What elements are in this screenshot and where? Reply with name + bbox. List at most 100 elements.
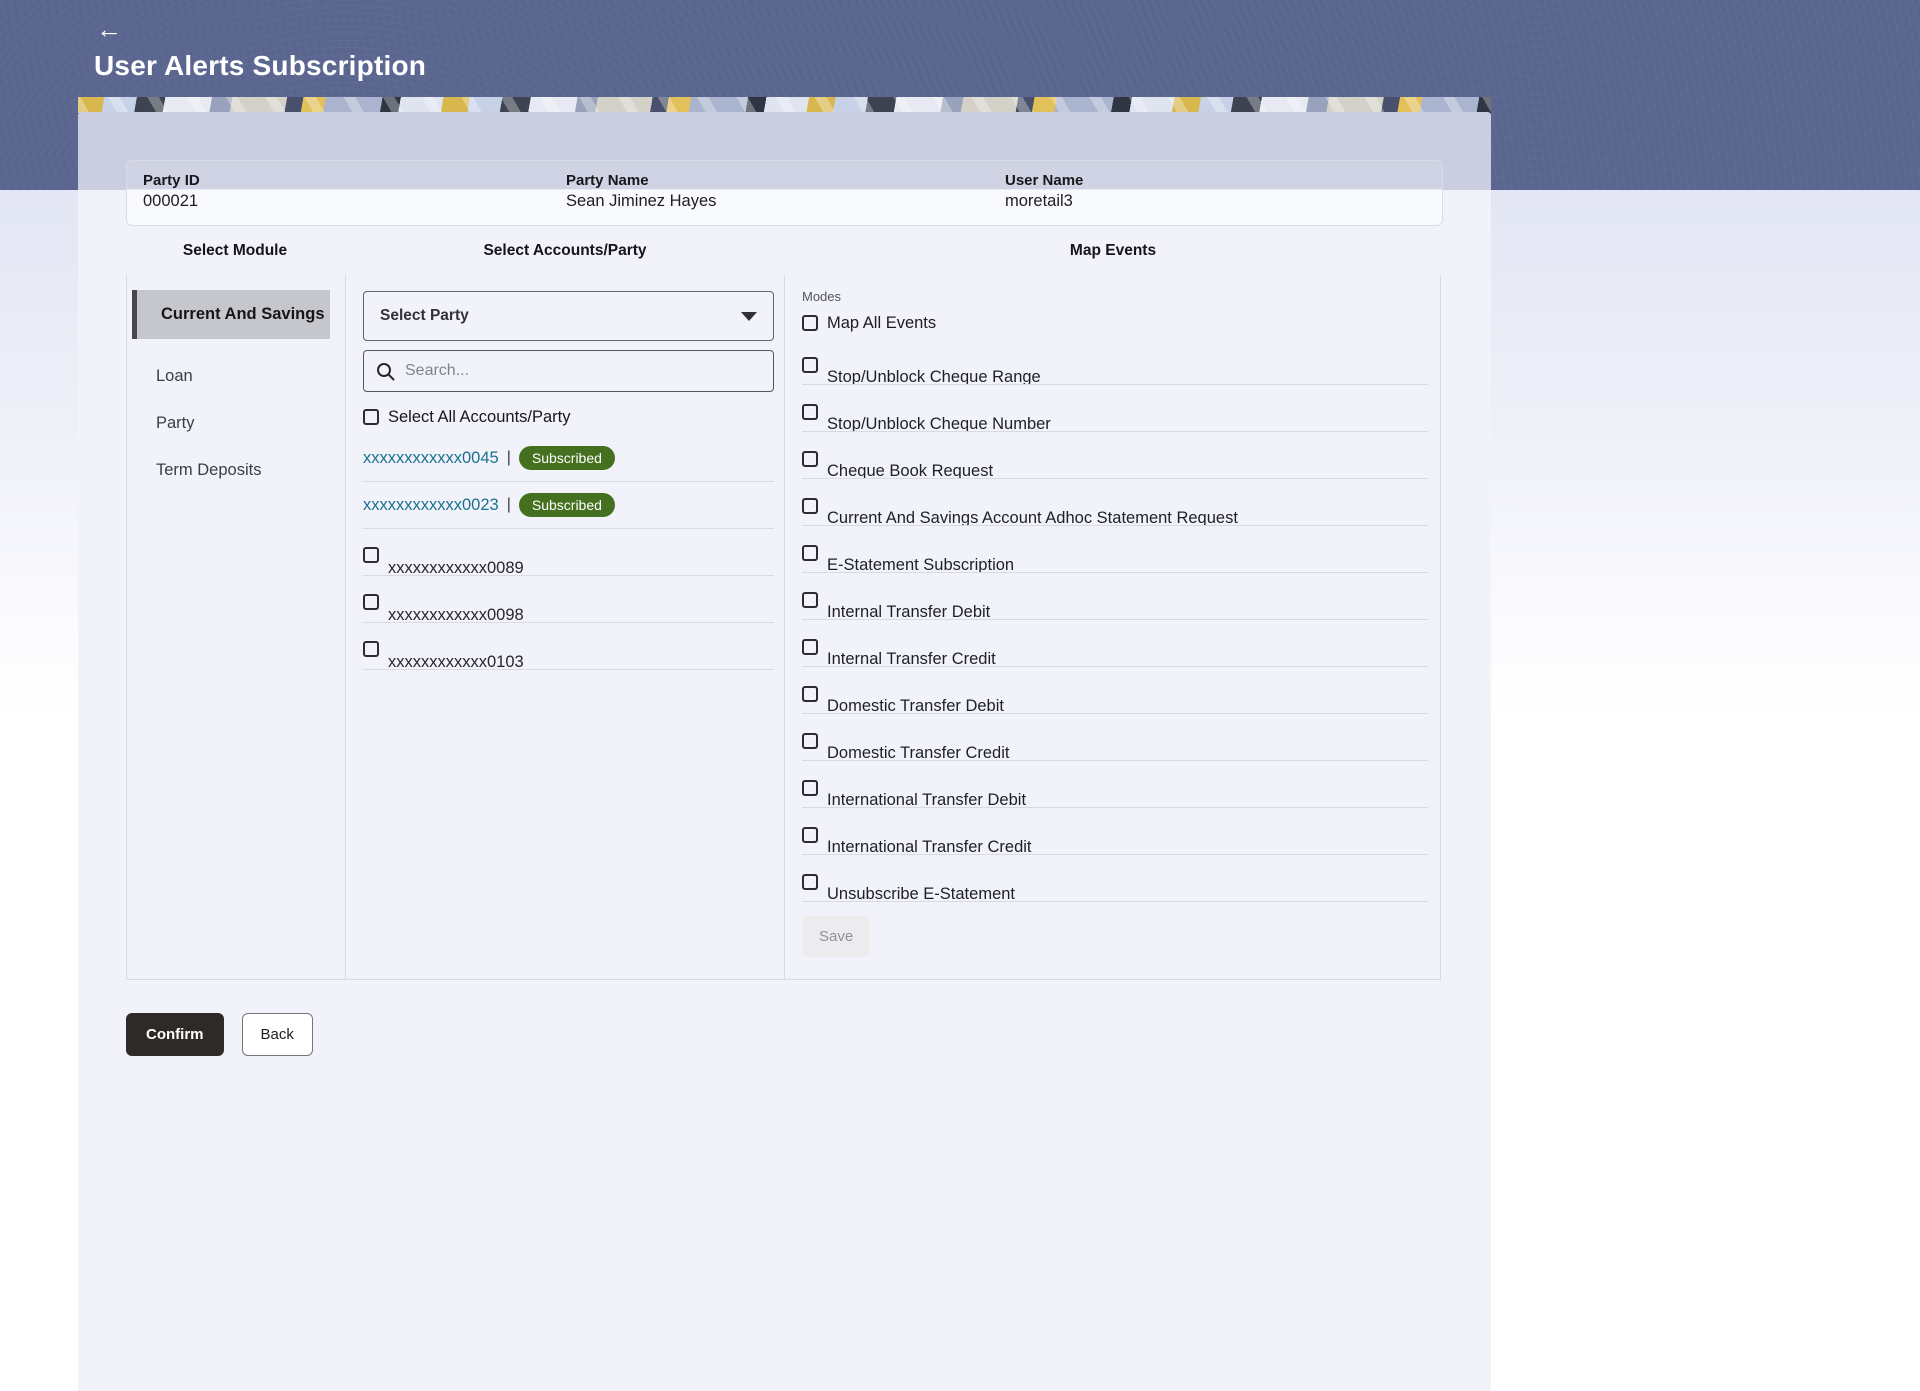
party-info-box: Party ID 000021 Party Name Sean Jiminez … [126, 160, 1443, 226]
modes-label: Modes [802, 289, 1440, 304]
account-row: xxxxxxxxxxxx0089 [363, 529, 774, 576]
event-checkbox[interactable] [802, 404, 818, 420]
map-all-events-checkbox[interactable] [802, 315, 818, 331]
event-label: Unsubscribe E-Statement [827, 883, 1015, 902]
event-label: International Transfer Debit [827, 789, 1026, 808]
event-row: Current And Savings Account Adhoc Statem… [802, 479, 1428, 526]
party-id-value: 000021 [143, 192, 200, 211]
event-checkbox[interactable] [802, 545, 818, 561]
user-name-group: User Name moretail3 [1005, 172, 1083, 211]
account-link[interactable]: xxxxxxxxxxxx0045 [363, 449, 499, 468]
event-row: Domestic Transfer Credit [802, 714, 1428, 761]
module-item-label: Party [156, 414, 195, 433]
event-label: Domestic Transfer Credit [827, 742, 1009, 761]
event-checkbox[interactable] [802, 451, 818, 467]
event-label: International Transfer Credit [827, 836, 1032, 855]
event-checkbox[interactable] [802, 827, 818, 843]
page-title: User Alerts Subscription [94, 50, 426, 82]
chevron-down-icon [741, 312, 757, 321]
event-label: Domestic Transfer Debit [827, 695, 1004, 714]
event-label: Stop/Unblock Cheque Number [827, 413, 1051, 432]
user-name-value: moretail3 [1005, 192, 1083, 211]
module-item-label: Loan [156, 367, 193, 386]
subscribed-badge: Subscribed [519, 493, 615, 517]
select-party-dropdown[interactable]: Select Party [363, 291, 774, 341]
event-label: Internal Transfer Debit [827, 601, 990, 620]
search-icon [376, 362, 395, 381]
account-checkbox[interactable] [363, 547, 379, 563]
section-header-select-accounts: Select Accounts/Party [483, 242, 646, 260]
party-id-label: Party ID [143, 172, 200, 189]
account-link[interactable]: xxxxxxxxxxxx0023 [363, 496, 499, 515]
module-item-label: Current And Savings [161, 305, 325, 324]
map-all-events-row: Map All Events [802, 308, 1440, 338]
module-item-label: Term Deposits [156, 461, 261, 480]
accounts-column: Select Party Select All Accounts/Party x… [346, 275, 785, 979]
event-row: Internal Transfer Debit [802, 573, 1428, 620]
event-checkbox[interactable] [802, 498, 818, 514]
event-row: Unsubscribe E-Statement [802, 855, 1428, 902]
decorative-banner [78, 97, 1491, 113]
map-all-events-label: Map All Events [827, 314, 936, 333]
section-header-map-events: Map Events [1070, 242, 1156, 260]
party-name-value: Sean Jiminez Hayes [566, 192, 716, 211]
select-all-row: Select All Accounts/Party [363, 405, 774, 429]
event-row: Cheque Book Request [802, 432, 1428, 479]
account-row: xxxxxxxxxxxx0023 | Subscribed [363, 482, 774, 529]
confirm-button[interactable]: Confirm [126, 1013, 224, 1056]
select-all-label: Select All Accounts/Party [388, 408, 571, 427]
event-row: Domestic Transfer Debit [802, 667, 1428, 714]
separator: | [507, 449, 511, 467]
event-label: Stop/Unblock Cheque Range [827, 366, 1041, 385]
module-item[interactable]: Term Deposits [127, 447, 345, 494]
select-all-checkbox[interactable] [363, 409, 379, 425]
search-input[interactable] [405, 362, 745, 380]
subscribed-badge: Subscribed [519, 446, 615, 470]
event-checkbox[interactable] [802, 639, 818, 655]
event-label: E-Statement Subscription [827, 554, 1014, 573]
module-item[interactable]: Current And Savings [132, 290, 330, 339]
section-header-select-module: Select Module [183, 242, 287, 260]
account-row: xxxxxxxxxxxx0103 [363, 623, 774, 670]
account-list: xxxxxxxxxxxx0045 | Subscribed xxxxxxxxxx… [363, 435, 774, 670]
event-checkbox[interactable] [802, 733, 818, 749]
save-button[interactable]: Save [802, 916, 870, 957]
account-row: xxxxxxxxxxxx0098 [363, 576, 774, 623]
event-label: Cheque Book Request [827, 460, 993, 479]
event-row: Stop/Unblock Cheque Range [802, 338, 1428, 385]
event-label: Internal Transfer Credit [827, 648, 996, 667]
account-number: xxxxxxxxxxxx0103 [388, 651, 524, 670]
back-arrow-icon[interactable]: ← [96, 16, 122, 42]
event-checkbox[interactable] [802, 686, 818, 702]
account-number: xxxxxxxxxxxx0089 [388, 557, 524, 576]
event-row: International Transfer Debit [802, 761, 1428, 808]
content-card: Party ID 000021 Party Name Sean Jiminez … [78, 112, 1491, 1391]
select-party-label: Select Party [380, 307, 469, 325]
event-checkbox[interactable] [802, 592, 818, 608]
separator: | [507, 496, 511, 514]
event-checkbox[interactable] [802, 780, 818, 796]
account-checkbox[interactable] [363, 641, 379, 657]
party-name-group: Party Name Sean Jiminez Hayes [566, 172, 716, 211]
event-row: Stop/Unblock Cheque Number [802, 385, 1428, 432]
event-row: Internal Transfer Credit [802, 620, 1428, 667]
event-row: E-Statement Subscription [802, 526, 1428, 573]
module-item[interactable]: Loan [127, 353, 345, 400]
event-row: International Transfer Credit [802, 808, 1428, 855]
account-number: xxxxxxxxxxxx0098 [388, 604, 524, 623]
event-checkbox[interactable] [802, 874, 818, 890]
events-column: Modes Map All Events Stop/Unblock Cheque… [785, 275, 1440, 979]
party-name-label: Party Name [566, 172, 716, 189]
event-label: Current And Savings Account Adhoc Statem… [827, 507, 1238, 526]
module-item[interactable]: Party [127, 400, 345, 447]
event-checkbox[interactable] [802, 357, 818, 373]
party-id-group: Party ID 000021 [143, 172, 200, 211]
account-checkbox[interactable] [363, 594, 379, 610]
back-button[interactable]: Back [242, 1013, 313, 1056]
selection-panel: Current And Savings Loan Party Term Depo… [126, 275, 1441, 980]
footer-actions: Confirm Back [126, 1013, 313, 1056]
user-name-label: User Name [1005, 172, 1083, 189]
search-box[interactable] [363, 350, 774, 392]
module-list: Current And Savings Loan Party Term Depo… [127, 275, 346, 979]
event-list: Stop/Unblock Cheque Range Stop/Unblock C… [802, 338, 1440, 902]
